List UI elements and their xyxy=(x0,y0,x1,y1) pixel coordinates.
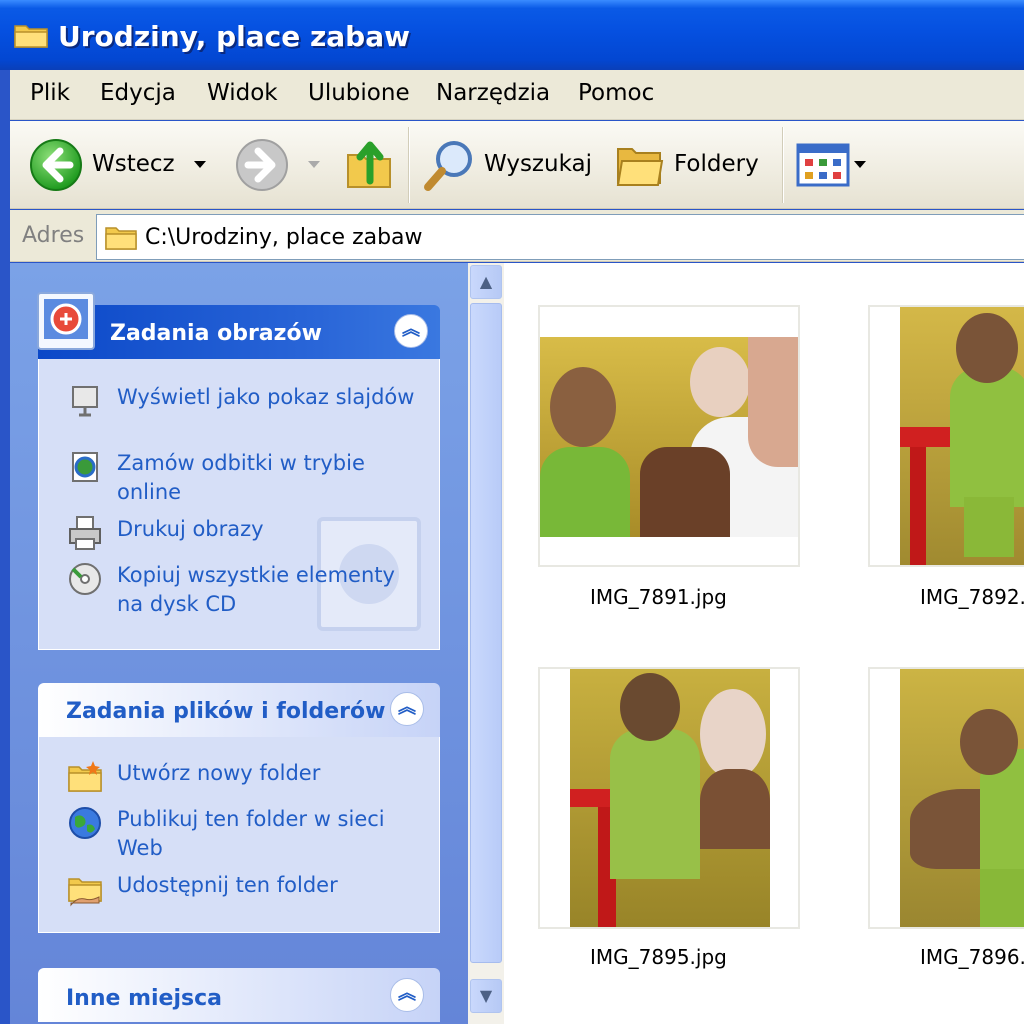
back-button[interactable]: Wstecz xyxy=(24,133,204,197)
picture-tasks-panel: Zadania obrazów ︽ Wyświetl jako pokaz sl… xyxy=(37,292,440,650)
file-folder-tasks-title: Zadania plików i folderów xyxy=(66,699,386,724)
slideshow-icon xyxy=(72,386,98,417)
toolbar-separator xyxy=(782,127,784,203)
picture-tasks-title: Zadania obrazów xyxy=(110,321,322,346)
search-label: Wyszukaj xyxy=(484,151,592,177)
scroll-down-button[interactable]: ▼ xyxy=(470,979,502,1013)
toolbar: Wstecz Wyszukaj Foldery xyxy=(10,121,1024,209)
task-label: Drukuj obrazy xyxy=(117,517,264,541)
file-name[interactable]: IMG_7895.jpg xyxy=(590,945,727,969)
thumbnail-item[interactable] xyxy=(868,667,1024,929)
views-dropdown-icon xyxy=(854,161,866,168)
globe-icon xyxy=(69,807,101,839)
address-path: C:\Urodziny, place zabaw xyxy=(145,225,423,250)
forward-arrow-icon[interactable] xyxy=(234,137,290,193)
thumbnail-item[interactable] xyxy=(868,305,1024,567)
search-button[interactable]: Wyszukaj xyxy=(420,133,600,197)
thumbnail-item[interactable] xyxy=(538,667,800,929)
menu-edit[interactable]: Edycja xyxy=(100,80,176,106)
task-label: Kopiuj wszystkie elementy na dysk CD xyxy=(117,563,395,616)
folders-label: Foldery xyxy=(674,151,759,177)
printer-icon xyxy=(69,516,101,550)
file-folder-tasks-header[interactable]: Zadania plików i folderów ︽ xyxy=(38,683,440,737)
window-title: Urodziny, place zabaw xyxy=(58,20,410,53)
task-order-prints[interactable]: Zamów odbitki w trybie online xyxy=(67,449,427,509)
menu-bar: Plik Edycja Widok Ulubione Narzędzia Pom… xyxy=(10,70,1024,120)
search-icon xyxy=(424,141,472,191)
task-print[interactable]: Drukuj obrazy xyxy=(67,515,427,550)
photo-thumbnail xyxy=(570,669,770,927)
photo-thumbnail xyxy=(900,307,1024,565)
folder-icon xyxy=(14,25,48,48)
picture-tasks-icon xyxy=(37,292,95,350)
back-arrow-icon xyxy=(30,139,82,191)
photo-thumbnail xyxy=(540,337,798,537)
address-field[interactable]: C:\Urodziny, place zabaw xyxy=(96,214,1024,260)
picture-tasks-header[interactable]: Zadania obrazów ︽ xyxy=(38,305,440,359)
menu-help[interactable]: Pomoc xyxy=(578,80,654,106)
menu-view[interactable]: Widok xyxy=(207,80,278,106)
menu-file[interactable]: Plik xyxy=(30,80,70,106)
file-folder-tasks-body: Utwórz nowy folder Publikuj ten folder w… xyxy=(38,737,440,933)
task-slideshow[interactable]: Wyświetl jako pokaz slajdów xyxy=(67,383,427,443)
other-places-title: Inne miejsca xyxy=(66,986,222,1011)
task-share-folder[interactable]: Udostępnij ten folder xyxy=(67,871,427,907)
file-name[interactable]: IMG_7891.jpg xyxy=(590,585,727,609)
menu-favorites[interactable]: Ulubione xyxy=(308,80,410,106)
cd-icon xyxy=(69,563,101,595)
photo-thumbnail xyxy=(900,669,1024,927)
order-prints-icon xyxy=(72,452,98,482)
file-view: IMG_7891.jpg IMG_7892.jpg IMG_7895.jpg xyxy=(504,263,1024,1024)
picture-tasks-body: Wyświetl jako pokaz slajdów Zamów odbitk… xyxy=(38,359,440,650)
file-name[interactable]: IMG_7892.jpg xyxy=(920,585,1024,609)
file-folder-tasks-panel: Zadania plików i folderów ︽ Utwórz nowy … xyxy=(38,683,440,933)
task-pane-scrollbar[interactable]: ▲ ▼ xyxy=(468,263,504,1024)
task-publish-web[interactable]: Publikuj ten folder w sieci Web xyxy=(67,805,427,865)
task-new-folder[interactable]: Utwórz nowy folder xyxy=(67,759,427,793)
task-copy-cd[interactable]: Kopiuj wszystkie elementy na dysk CD xyxy=(67,561,427,621)
task-label: Wyświetl jako pokaz slajdów xyxy=(117,385,415,409)
thumbnail-item[interactable] xyxy=(538,305,800,567)
new-folder-icon xyxy=(68,761,102,792)
collapse-icon[interactable]: ︽ xyxy=(390,978,424,1012)
task-pane: Zadania obrazów ︽ Wyświetl jako pokaz sl… xyxy=(10,263,468,1024)
folder-icon xyxy=(105,227,137,250)
task-label: Udostępnij ten folder xyxy=(117,873,338,897)
address-bar: Adres C:\Urodziny, place zabaw xyxy=(10,210,1024,262)
up-folder-icon[interactable] xyxy=(344,135,396,191)
collapse-icon[interactable]: ︽ xyxy=(390,692,424,726)
folders-icon xyxy=(616,148,664,186)
collapse-icon[interactable]: ︽ xyxy=(394,314,428,348)
back-label: Wstecz xyxy=(92,151,175,177)
views-button[interactable] xyxy=(796,143,866,189)
views-icon xyxy=(796,143,850,187)
folders-button[interactable]: Foldery xyxy=(612,133,778,197)
address-label: Adres xyxy=(22,223,85,248)
back-dropdown-icon[interactable] xyxy=(194,161,206,168)
title-bar[interactable]: Urodziny, place zabaw xyxy=(0,0,1024,70)
other-places-panel: Inne miejsca ︽ xyxy=(38,968,440,1024)
task-label: Publikuj ten folder w sieci Web xyxy=(117,807,385,860)
task-label: Zamów odbitki w trybie online xyxy=(117,451,365,504)
file-name[interactable]: IMG_7896.jpg xyxy=(920,945,1024,969)
task-label: Utwórz nowy folder xyxy=(117,761,321,785)
scroll-thumb[interactable] xyxy=(470,303,502,963)
share-folder-icon xyxy=(68,878,102,907)
toolbar-separator xyxy=(408,127,410,203)
scroll-up-button[interactable]: ▲ xyxy=(470,265,502,299)
forward-dropdown-icon[interactable] xyxy=(308,161,320,168)
menu-tools[interactable]: Narzędzia xyxy=(436,80,550,106)
other-places-header[interactable]: Inne miejsca ︽ xyxy=(38,968,440,1022)
